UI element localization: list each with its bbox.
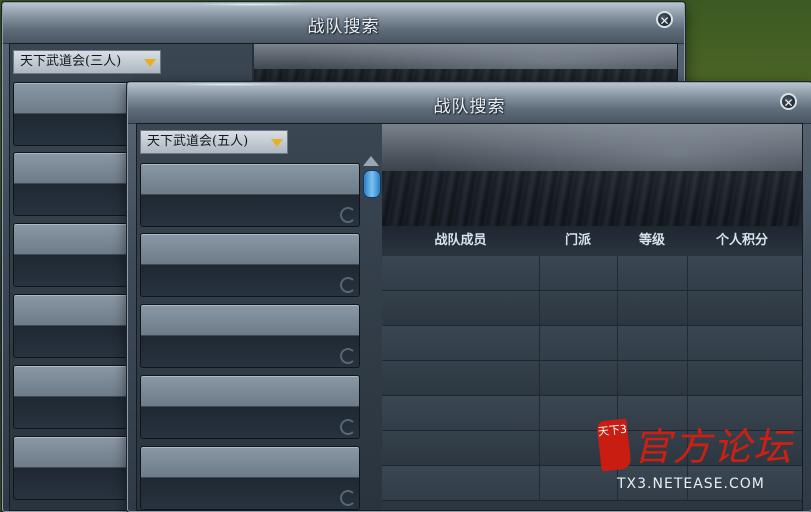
titlebar-glow <box>193 3 313 6</box>
team-detail-panel: 战队成员 门派 等级 个人积分 <box>382 124 802 510</box>
title-bar[interactable]: 战队搜索 ✕ <box>128 83 811 124</box>
swirl-ornament-icon <box>340 348 356 364</box>
table-cell <box>539 361 618 395</box>
table-cell <box>617 256 688 290</box>
swirl-ornament-icon <box>340 419 356 435</box>
table-cell <box>539 326 618 360</box>
team-list-scrollbar[interactable] <box>363 156 381 216</box>
scroll-thumb[interactable] <box>363 170 381 198</box>
table-cell <box>539 431 618 465</box>
member-table-body <box>382 256 802 510</box>
title-bar[interactable]: 战队搜索 ✕ <box>3 3 684 44</box>
triangle-down-icon <box>271 139 283 147</box>
table-cell <box>617 326 688 360</box>
mode-dropdown-label: 天下武道会(五人) <box>147 134 249 149</box>
table-row[interactable] <box>382 431 802 466</box>
close-button[interactable]: ✕ <box>780 93 797 110</box>
table-cell <box>617 361 688 395</box>
table-cell <box>617 291 688 325</box>
team-slot[interactable] <box>140 233 360 297</box>
table-cell <box>382 361 540 395</box>
window-title: 战队搜索 <box>433 97 506 117</box>
table-cell <box>382 431 540 465</box>
swirl-ornament-icon <box>340 490 356 506</box>
scroll-up-icon[interactable] <box>363 156 379 166</box>
table-cell <box>617 431 688 465</box>
table-cell <box>617 396 688 430</box>
table-row[interactable] <box>382 291 802 326</box>
team-slot[interactable] <box>140 375 360 439</box>
table-row[interactable] <box>382 361 802 396</box>
table-cell <box>382 396 540 430</box>
table-cell <box>382 291 540 325</box>
column-header-points[interactable]: 个人积分 <box>687 226 797 256</box>
table-row[interactable] <box>382 326 802 361</box>
team-slot[interactable] <box>140 446 360 510</box>
close-button[interactable]: ✕ <box>656 11 673 28</box>
window-content: 天下武道会(五人) 战队成员 门派 等级 个人积分 <box>136 123 803 511</box>
table-row[interactable] <box>382 466 802 501</box>
banner-image <box>382 124 802 226</box>
table-row[interactable] <box>382 256 802 291</box>
table-cell <box>539 291 618 325</box>
table-cell <box>382 256 540 290</box>
triangle-down-icon <box>144 59 156 67</box>
member-table-header: 战队成员 门派 等级 个人积分 <box>382 226 802 257</box>
team-search-window-front: 战队搜索 ✕ 天下武道会(五人) 战队成员 门派 等级 个人积分 <box>127 82 811 512</box>
table-cell <box>382 326 540 360</box>
army-silhouette <box>382 171 802 226</box>
table-cell <box>539 396 618 430</box>
table-cell <box>617 466 688 500</box>
mode-dropdown[interactable]: 天下武道会(五人) <box>140 130 288 154</box>
table-cell <box>539 466 618 500</box>
team-list-panel: 天下武道会(五人) <box>137 124 382 510</box>
mode-dropdown-label: 天下武道会(三人) <box>20 54 122 69</box>
window-title: 战队搜索 <box>307 17 380 37</box>
swirl-ornament-icon <box>340 277 356 293</box>
swirl-ornament-icon <box>340 207 356 223</box>
mode-dropdown[interactable]: 天下武道会(三人) <box>13 50 161 74</box>
table-cell <box>382 466 540 500</box>
titlebar-glow <box>168 83 288 86</box>
column-header-school[interactable]: 门派 <box>539 226 617 256</box>
column-header-member[interactable]: 战队成员 <box>382 226 539 256</box>
team-slot[interactable] <box>140 163 360 227</box>
column-header-level[interactable]: 等级 <box>617 226 687 256</box>
team-slot[interactable] <box>140 304 360 368</box>
table-row[interactable] <box>382 396 802 431</box>
table-cell <box>539 256 618 290</box>
